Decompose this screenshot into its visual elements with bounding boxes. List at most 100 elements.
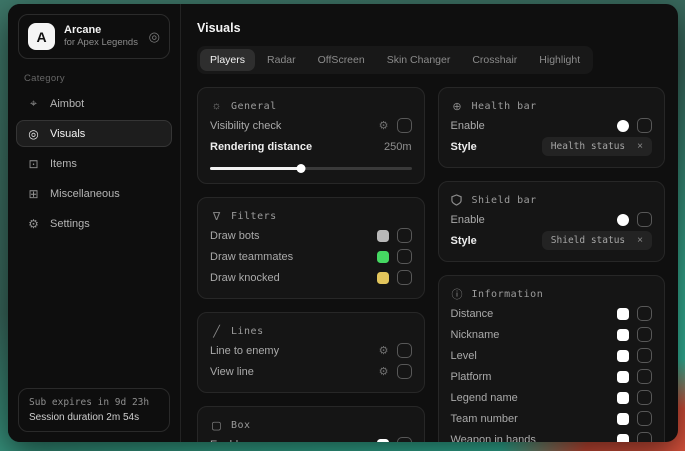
row-controls (617, 348, 652, 363)
slider-value: 250m (384, 141, 412, 153)
color-swatch[interactable] (377, 251, 389, 263)
category-label: Category (24, 73, 164, 84)
style-select[interactable]: Health status × (542, 137, 652, 156)
gear-icon[interactable]: ⚙ (379, 344, 389, 357)
setting-row: Draw knocked (210, 267, 412, 288)
setting-label: Weapon in hands (451, 434, 536, 443)
checkbox[interactable] (637, 327, 652, 342)
panel-header: ☼General (210, 97, 412, 115)
shield-icon (451, 194, 464, 206)
row-controls (617, 306, 652, 321)
setting-row: Nickname (451, 324, 653, 345)
setting-label: View line (210, 366, 254, 378)
checkbox[interactable] (637, 118, 652, 133)
line-icon: ╱ (210, 325, 223, 338)
setting-label: Style (451, 235, 477, 247)
panel-title: General (231, 101, 277, 112)
color-swatch[interactable] (617, 350, 629, 362)
style-select[interactable]: Shield status× (542, 231, 652, 250)
checkbox[interactable] (637, 411, 652, 426)
health-icon: ⊕ (451, 100, 464, 113)
main-content: Visuals PlayersRadarOffScreenSkin Change… (181, 4, 678, 442)
row-controls (617, 327, 652, 342)
sidebar-item-settings[interactable]: ⚙Settings (16, 210, 172, 237)
tab-highlight[interactable]: Highlight (529, 49, 590, 71)
row-controls (377, 228, 412, 243)
checkbox[interactable] (397, 118, 412, 133)
color-swatch[interactable] (377, 272, 389, 284)
checkbox[interactable] (637, 369, 652, 384)
checkbox[interactable] (397, 270, 412, 285)
setting-label: Line to enemy (210, 345, 279, 357)
checkbox[interactable] (637, 348, 652, 363)
slider-thumb[interactable] (296, 164, 305, 173)
tab-crosshair[interactable]: Crosshair (462, 49, 527, 71)
setting-row: Line to enemy ⚙ (210, 340, 412, 361)
slider-fill (210, 167, 301, 170)
sidebar-item-miscellaneous[interactable]: ⊞Miscellaneous (16, 180, 172, 207)
cube-icon: ⊡ (26, 157, 41, 171)
panel-title: Box (231, 420, 251, 431)
panel-title: Filters (231, 211, 277, 222)
rendering-distance-slider[interactable] (210, 164, 412, 173)
setting-row: Draw teammates (210, 246, 412, 267)
color-swatch[interactable] (377, 439, 389, 443)
gear-icon[interactable]: ⚙ (379, 119, 389, 132)
color-swatch[interactable] (617, 214, 629, 226)
panel-title: Information (472, 289, 544, 300)
color-swatch[interactable] (617, 413, 629, 425)
info-icon: ⓘ (451, 286, 464, 302)
color-swatch[interactable] (617, 329, 629, 341)
setting-row: Legend name (451, 387, 653, 408)
color-swatch[interactable] (617, 434, 629, 443)
clear-icon[interactable]: × (637, 236, 643, 246)
sidebar-item-label: Miscellaneous (50, 188, 120, 200)
checkbox[interactable] (397, 249, 412, 264)
checkbox[interactable] (637, 432, 652, 442)
color-swatch[interactable] (617, 371, 629, 383)
row-controls (617, 118, 652, 133)
panel-lines: ╱ Lines Line to enemy ⚙ View line ⚙ (197, 312, 425, 393)
checkbox[interactable] (397, 228, 412, 243)
checkbox[interactable] (637, 390, 652, 405)
sub-expiry-text: Sub expires in 9d 23h (29, 397, 159, 408)
checkbox[interactable] (397, 364, 412, 379)
color-swatch[interactable] (617, 308, 629, 320)
checkbox[interactable] (397, 343, 412, 358)
sidebar-item-visuals[interactable]: ◎Visuals (16, 120, 172, 147)
select-value: Health status (551, 141, 625, 152)
target-icon[interactable]: ◎ (149, 29, 160, 45)
session-duration-text: Session duration 2m 54s (29, 412, 159, 423)
sidebar-item-items[interactable]: ⊡ Items (16, 150, 172, 177)
page-title: Visuals (197, 21, 665, 35)
checkbox[interactable] (637, 306, 652, 321)
color-swatch[interactable] (617, 392, 629, 404)
setting-label: Draw teammates (210, 251, 293, 263)
color-swatch[interactable] (377, 230, 389, 242)
setting-row: Level (451, 345, 653, 366)
tab-players[interactable]: Players (200, 49, 255, 71)
gear-icon[interactable]: ⚙ (379, 365, 389, 378)
sidebar-item-label: Items (50, 158, 77, 170)
setting-row: Platform (451, 366, 653, 387)
setting-label: Enable (210, 439, 244, 443)
tab-offscreen[interactable]: OffScreen (308, 49, 375, 71)
panel-title: Lines (231, 326, 264, 337)
checkbox[interactable] (637, 212, 652, 227)
panel-title: Health bar (472, 101, 537, 112)
tab-radar[interactable]: Radar (257, 49, 306, 71)
sidebar: A Arcane for Apex Legends ◎ Category ⌖Ai… (8, 4, 181, 442)
funnel-icon: ∇ (210, 210, 223, 223)
panel-header: ⓘ Information (451, 285, 653, 303)
setting-row: Rendering distance250m (210, 136, 412, 157)
setting-row: Draw bots (210, 225, 412, 246)
clear-icon[interactable]: × (637, 142, 643, 152)
row-controls (377, 249, 412, 264)
setting-label: Level (451, 350, 477, 362)
tab-skin-changer[interactable]: Skin Changer (377, 49, 461, 71)
panel-title: Shield bar (472, 195, 537, 206)
sidebar-item-aimbot[interactable]: ⌖Aimbot (16, 90, 172, 117)
checkbox[interactable] (397, 437, 412, 442)
crosshair-icon: ⌖ (26, 96, 41, 111)
color-swatch[interactable] (617, 120, 629, 132)
